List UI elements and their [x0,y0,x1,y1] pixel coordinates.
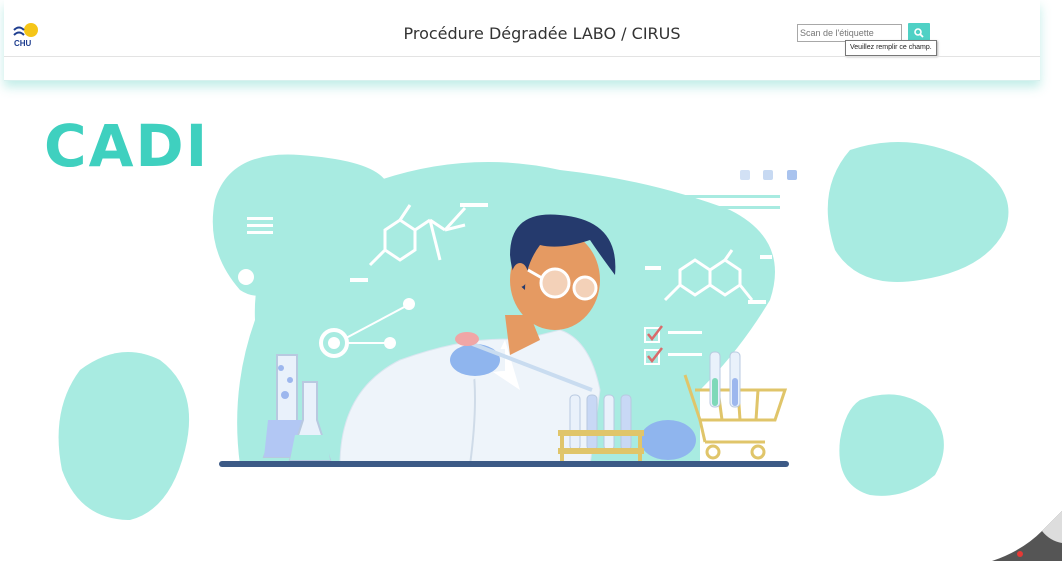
top-header: CHU Procédure Dégradée LABO / CIRUS Veui… [4,0,1040,81]
blob-right-bottom [839,394,944,496]
blob-left-bottom [58,352,190,520]
search-icon [914,28,924,38]
scientist-lab-illustration [58,142,1009,520]
blob-right-top [827,142,1009,282]
screenpresso-watermark-icon [992,511,1062,561]
table-line [219,461,789,467]
validation-tooltip: Veuillez remplir ce champ. [845,40,937,56]
header-divider [4,56,1040,57]
